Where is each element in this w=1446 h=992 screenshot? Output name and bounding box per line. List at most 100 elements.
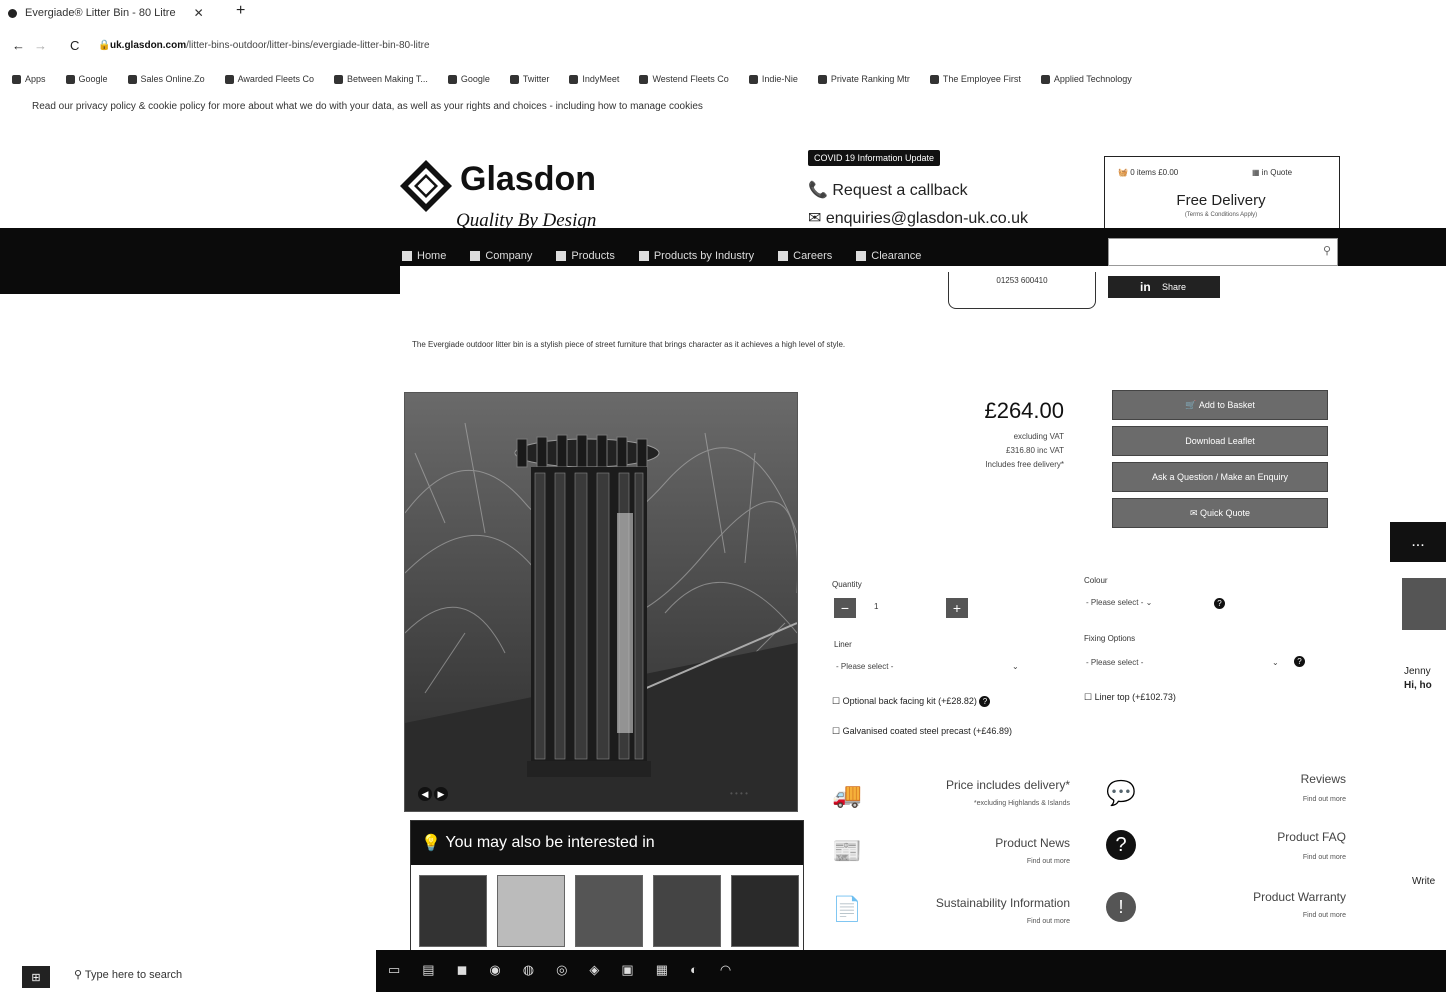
address-bar[interactable]: uk.glasdon.com/litter-bins-outdoor/litte… [110,40,430,51]
image-dots[interactable]: • • • • [730,789,748,798]
quantity-decrement-button[interactable]: − [834,598,856,618]
word-icon[interactable]: ▣ [621,962,633,978]
related-thumb[interactable] [575,875,643,947]
product-faq-title[interactable]: Product FAQ [1160,830,1346,844]
close-tab-icon[interactable]: ✕ [194,6,204,20]
wifi-icon[interactable]: ◠ [720,962,731,978]
product-warranty-title[interactable]: Product Warranty [1160,890,1346,904]
bookmark-item[interactable]: Applied Technology [1040,74,1132,84]
bookmark-item[interactable]: IndyMeet [569,74,619,84]
app-icon[interactable]: ◉ [489,962,500,978]
back-icon[interactable]: ← [12,38,25,53]
app-icon[interactable]: ◈ [589,962,599,978]
nav-item-products[interactable]: Products [556,250,615,262]
fixing-select[interactable]: - Please select - ⌄ [1086,658,1286,667]
delivery-info-title[interactable]: Price includes delivery* [880,778,1070,792]
related-thumb[interactable] [497,875,565,947]
reload-icon[interactable]: C [70,38,79,53]
glasdon-logo[interactable]: Glasdon Quality By Design [398,158,638,238]
brand-name: Glasdon [460,160,597,198]
liner-select[interactable]: - Please select - ⌄ [836,662,1026,671]
enquiry-button[interactable]: Ask a Question / Make an Enquiry [1112,462,1328,492]
quantity-value[interactable]: 1 [874,602,878,611]
file-explorer-icon[interactable]: ▤ [422,962,434,978]
windows-start-icon[interactable]: ⊞ [22,966,50,988]
quote-link[interactable]: ▦ in Quote [1252,168,1292,177]
basket-link[interactable]: 🧺 0 items £0.00 [1118,168,1178,177]
colour-help-icon[interactable]: ? [1214,598,1225,609]
product-faq-sub[interactable]: Find out more [1160,854,1346,861]
product-image[interactable] [404,392,798,812]
add-to-basket-button[interactable]: 🛒 Add to Basket [1112,390,1328,420]
excel-icon[interactable]: ▦ [656,962,668,978]
site-search-input[interactable]: ⚲ [1108,238,1338,266]
option-help-icon[interactable]: ? [979,696,991,707]
next-image-icon[interactable]: ▶ [434,787,448,801]
app-icon[interactable]: ◍ [523,962,534,978]
bookmark-item[interactable]: Twitter [509,74,550,84]
download-leaflet-button[interactable]: Download Leaflet [1112,426,1328,456]
email-label: enquiries@glasdon-uk.co.uk [825,210,1028,227]
bookmark-item[interactable]: The Employee First [929,74,1021,84]
reviews-sub[interactable]: Find out more [1160,796,1346,803]
store-icon[interactable]: ◼ [457,962,468,978]
forward-icon[interactable]: → [34,38,47,53]
related-thumb[interactable] [731,875,799,947]
tab-title: Evergiade® Litter Bin - 80 Litre [25,7,176,19]
related-thumb[interactable] [653,875,721,947]
option-back-kit[interactable]: ☐ Optional back facing kit (+£28.82) ? [832,696,991,707]
option-liner-top-label: Liner top (+£102.73) [1094,692,1176,702]
quantity-label: Quantity [832,580,862,589]
product-warranty-sub[interactable]: Find out more [1160,912,1346,919]
chat-write[interactable]: Write [1412,876,1435,887]
quick-quote-label: Quick Quote [1200,508,1251,518]
related-thumb[interactable] [419,875,487,947]
option-galvanised[interactable]: ☐ Galvanised coated steel precast (+£46.… [832,726,1012,737]
product-news-title[interactable]: Product News [880,836,1070,850]
taskbar-search[interactable]: ⚲ Type here to search [74,968,182,981]
fixing-help-icon[interactable]: ? [1294,656,1305,667]
nav-item-clearance[interactable]: Clearance [856,250,921,262]
reviews-title[interactable]: Reviews [1160,772,1346,786]
checkbox-icon[interactable]: ☐ [832,696,840,706]
option-liner-top[interactable]: ☐ Liner top (+£102.73) [1084,692,1176,703]
sustainability-sub[interactable]: Find out more [880,918,1070,925]
prev-image-icon[interactable]: ◀ [418,787,432,801]
browser-tab[interactable]: Evergiade® Litter Bin - 80 Litre ✕ [8,6,204,20]
bookmark-item[interactable]: Sales Online.Zo [127,74,205,84]
lock-icon: 🔒 [98,40,111,51]
bookmark-item[interactable]: Apps [12,74,46,84]
bookmark-item[interactable]: Indie-Nie [748,74,798,84]
price-ex-vat: excluding VAT [1013,432,1064,441]
quick-quote-button[interactable]: ✉ Quick Quote [1112,498,1328,528]
bookmark-item[interactable]: Private Ranking Mtr [817,74,910,84]
covid-update-link[interactable]: COVID 19 Information Update [808,150,941,166]
sustainability-title[interactable]: Sustainability Information [860,896,1070,910]
checkbox-icon[interactable]: ☐ [832,726,840,736]
task-view-icon[interactable]: ▭ [388,962,400,978]
nav-item-products-by-industry[interactable]: Products by Industry [638,250,754,262]
checkbox-icon[interactable]: ☐ [1084,692,1092,702]
new-tab-button[interactable]: + [236,2,245,20]
request-callback-link[interactable]: 📞 Request a callback [808,180,968,200]
quantity-increment-button[interactable]: + [946,598,968,618]
search-icon[interactable]: ⚲ [1323,244,1331,257]
truck-icon: 🚚 [832,781,862,809]
email-link[interactable]: ✉ enquiries@glasdon-uk.co.uk [808,208,1028,228]
linkedin-share-button[interactable]: in Share [1108,276,1220,298]
bookmark-icon [333,74,343,84]
nav-item-company[interactable]: Company [470,250,532,262]
nav-item-careers[interactable]: Careers [778,250,832,262]
nav-item-home[interactable]: Home [402,250,446,262]
colour-select[interactable]: - Please select - ⌄ [1086,598,1206,607]
bookmark-item[interactable]: Google [65,74,108,84]
chat-menu-button[interactable]: ... [1390,522,1446,562]
bookmark-item[interactable]: Between Making T... [333,74,428,84]
chrome-icon[interactable]: ◎ [556,962,567,978]
bookmark-label: Twitter [522,74,550,84]
bookmark-item[interactable]: Awarded Fleets Co [224,74,314,84]
app-icon[interactable]: ◐ [690,962,698,978]
product-news-sub[interactable]: Find out more [880,858,1070,865]
bookmark-item[interactable]: Westend Fleets Co [639,74,729,84]
bookmark-item[interactable]: Google [447,74,490,84]
